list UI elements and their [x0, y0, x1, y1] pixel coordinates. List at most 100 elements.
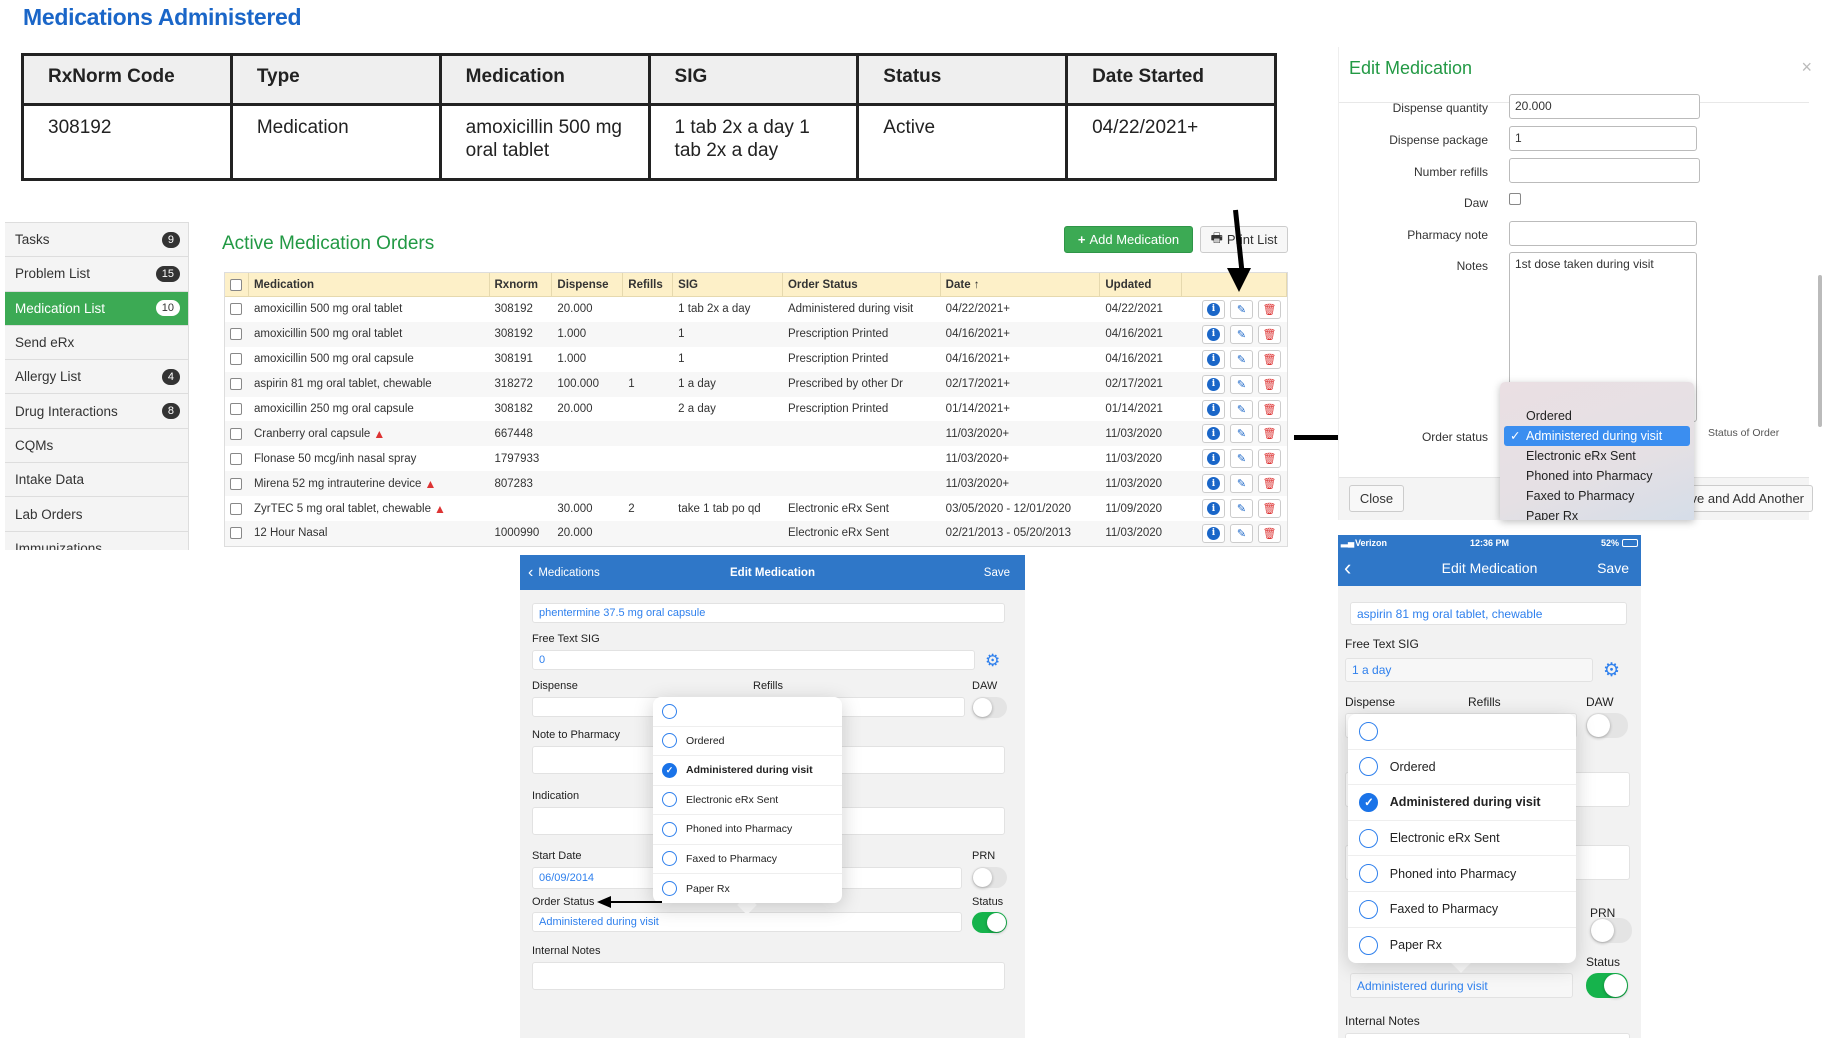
info-button[interactable]: i: [1202, 474, 1226, 494]
popover-option[interactable]: [1348, 714, 1576, 750]
sidebar-item[interactable]: Intake Data: [5, 462, 188, 496]
dispense-quantity-input[interactable]: 20.000: [1509, 94, 1700, 119]
delete-button[interactable]: 🗑: [1258, 399, 1282, 419]
delete-button[interactable]: 🗑: [1258, 374, 1282, 394]
column-header[interactable]: Rxnorm: [490, 273, 553, 296]
delete-button[interactable]: 🗑: [1258, 523, 1282, 543]
delete-button[interactable]: 🗑: [1258, 499, 1282, 519]
info-button[interactable]: i: [1202, 523, 1226, 543]
row-checkbox[interactable]: [230, 353, 242, 366]
order-status-input[interactable]: Administered during visit: [1350, 973, 1573, 998]
column-header[interactable]: Order Status: [783, 273, 941, 296]
order-status-dropdown[interactable]: Ordered ✓ Administered during visit Electro…: [1500, 382, 1694, 520]
edit-button[interactable]: ✎: [1230, 399, 1254, 419]
save-button[interactable]: Save: [984, 567, 1010, 579]
popover-option[interactable]: Faxed to Pharmacy: [1348, 892, 1576, 928]
close-icon[interactable]: ×: [1801, 57, 1812, 78]
scrollbar[interactable]: [1818, 275, 1822, 427]
info-button[interactable]: i: [1202, 299, 1226, 319]
info-button[interactable]: i: [1202, 349, 1226, 369]
row-checkbox[interactable]: [230, 477, 242, 490]
popover-option[interactable]: [653, 697, 842, 727]
row-checkbox[interactable]: [230, 403, 242, 415]
row-checkbox[interactable]: [230, 303, 242, 316]
sig-input[interactable]: 0: [532, 650, 975, 670]
order-status-input[interactable]: Administered during visit: [532, 912, 962, 932]
popover-option[interactable]: Ordered: [653, 727, 842, 756]
prn-toggle[interactable]: [972, 867, 1007, 888]
row-checkbox[interactable]: [230, 502, 242, 515]
info-button[interactable]: i: [1202, 399, 1226, 419]
dropdown-option[interactable]: Faxed to Pharmacy: [1504, 486, 1690, 506]
edit-button[interactable]: ✎: [1230, 474, 1254, 494]
delete-button[interactable]: 🗑: [1258, 324, 1282, 344]
sidebar-item[interactable]: Immunizations: [5, 530, 188, 550]
dispense-package-input[interactable]: 1: [1509, 126, 1697, 151]
popover-option[interactable]: Faxed to Pharmacy: [653, 845, 842, 874]
dropdown-option[interactable]: Phoned into Pharmacy: [1504, 466, 1690, 486]
popover-option[interactable]: Phoned into Pharmacy: [653, 815, 842, 845]
column-header[interactable]: Medication: [249, 273, 490, 296]
info-button[interactable]: i: [1202, 324, 1226, 344]
dropdown-option[interactable]: Ordered: [1504, 406, 1690, 426]
add-medication-button[interactable]: + Add Medication: [1064, 226, 1193, 253]
edit-button[interactable]: ✎: [1230, 449, 1254, 469]
daw-toggle[interactable]: [972, 697, 1007, 718]
sidebar-item[interactable]: Medication List 10: [5, 290, 188, 325]
daw-toggle[interactable]: [1586, 713, 1628, 738]
info-button[interactable]: i: [1202, 449, 1226, 469]
dropdown-option[interactable]: Electronic eRx Sent: [1504, 446, 1690, 466]
info-button[interactable]: i: [1202, 424, 1226, 444]
gear-icon[interactable]: ⚙: [1603, 659, 1620, 682]
daw-checkbox[interactable]: [1509, 193, 1521, 205]
column-header[interactable]: Dispense: [552, 273, 624, 296]
delete-button[interactable]: 🗑: [1258, 299, 1282, 319]
delete-button[interactable]: 🗑: [1258, 449, 1282, 469]
delete-button[interactable]: 🗑: [1258, 424, 1282, 444]
edit-button[interactable]: ✎: [1230, 324, 1254, 344]
popover-option[interactable]: ✓ Administered during visit: [653, 756, 842, 786]
row-checkbox[interactable]: [230, 427, 242, 440]
edit-button[interactable]: ✎: [1230, 424, 1254, 444]
medication-field[interactable]: aspirin 81 mg oral tablet, chewable: [1350, 602, 1627, 625]
delete-button[interactable]: 🗑: [1258, 349, 1282, 369]
select-all-checkbox[interactable]: [230, 278, 242, 291]
dropdown-option[interactable]: ✓ Administered during visit: [1504, 426, 1690, 446]
row-checkbox[interactable]: [230, 378, 242, 391]
column-header[interactable]: Updated: [1100, 273, 1183, 296]
info-button[interactable]: i: [1202, 374, 1226, 394]
popover-option[interactable]: Ordered: [1348, 750, 1576, 786]
sidebar-item[interactable]: Allergy List 4: [5, 359, 188, 393]
sidebar-item[interactable]: Lab Orders: [5, 496, 188, 530]
popover-option[interactable]: Electronic eRx Sent: [1348, 821, 1576, 857]
edit-button[interactable]: ✎: [1230, 349, 1254, 369]
sidebar-item[interactable]: Problem List 15: [5, 256, 188, 290]
medication-field[interactable]: phentermine 37.5 mg oral capsule: [532, 603, 1005, 623]
status-toggle[interactable]: [972, 912, 1007, 933]
save-and-add-another-button[interactable]: ve and Add Another: [1684, 485, 1813, 512]
info-button[interactable]: i: [1202, 499, 1226, 519]
row-checkbox[interactable]: [230, 452, 242, 465]
row-checkbox[interactable]: [230, 328, 242, 341]
edit-button[interactable]: ✎: [1230, 499, 1254, 519]
popover-option[interactable]: Paper Rx: [653, 874, 842, 903]
row-checkbox[interactable]: [230, 527, 242, 540]
sidebar-item[interactable]: CQMs: [5, 427, 188, 462]
edit-button[interactable]: ✎: [1230, 299, 1254, 319]
popover-option[interactable]: ✓ Administered during visit: [1348, 785, 1576, 821]
prn-toggle[interactable]: [1590, 918, 1632, 943]
edit-button[interactable]: ✎: [1230, 374, 1254, 394]
dropdown-option[interactable]: Paper Rx: [1504, 506, 1690, 520]
number-refills-input[interactable]: [1509, 158, 1700, 183]
sidebar-item[interactable]: Drug Interactions 8: [5, 393, 188, 427]
column-header[interactable]: SIG: [673, 273, 783, 296]
print-list-button[interactable]: 🖶 Print List: [1200, 226, 1288, 253]
sidebar-item[interactable]: Tasks 9: [5, 222, 188, 256]
internal-notes-input[interactable]: [532, 962, 1005, 990]
edit-button[interactable]: ✎: [1230, 523, 1254, 543]
save-button[interactable]: Save: [1597, 560, 1629, 576]
column-header[interactable]: Date ↑: [941, 273, 1101, 296]
popover-option[interactable]: Paper Rx: [1348, 928, 1576, 963]
sig-input[interactable]: 1 a day: [1345, 658, 1593, 682]
popover-option[interactable]: Phoned into Pharmacy: [1348, 856, 1576, 892]
